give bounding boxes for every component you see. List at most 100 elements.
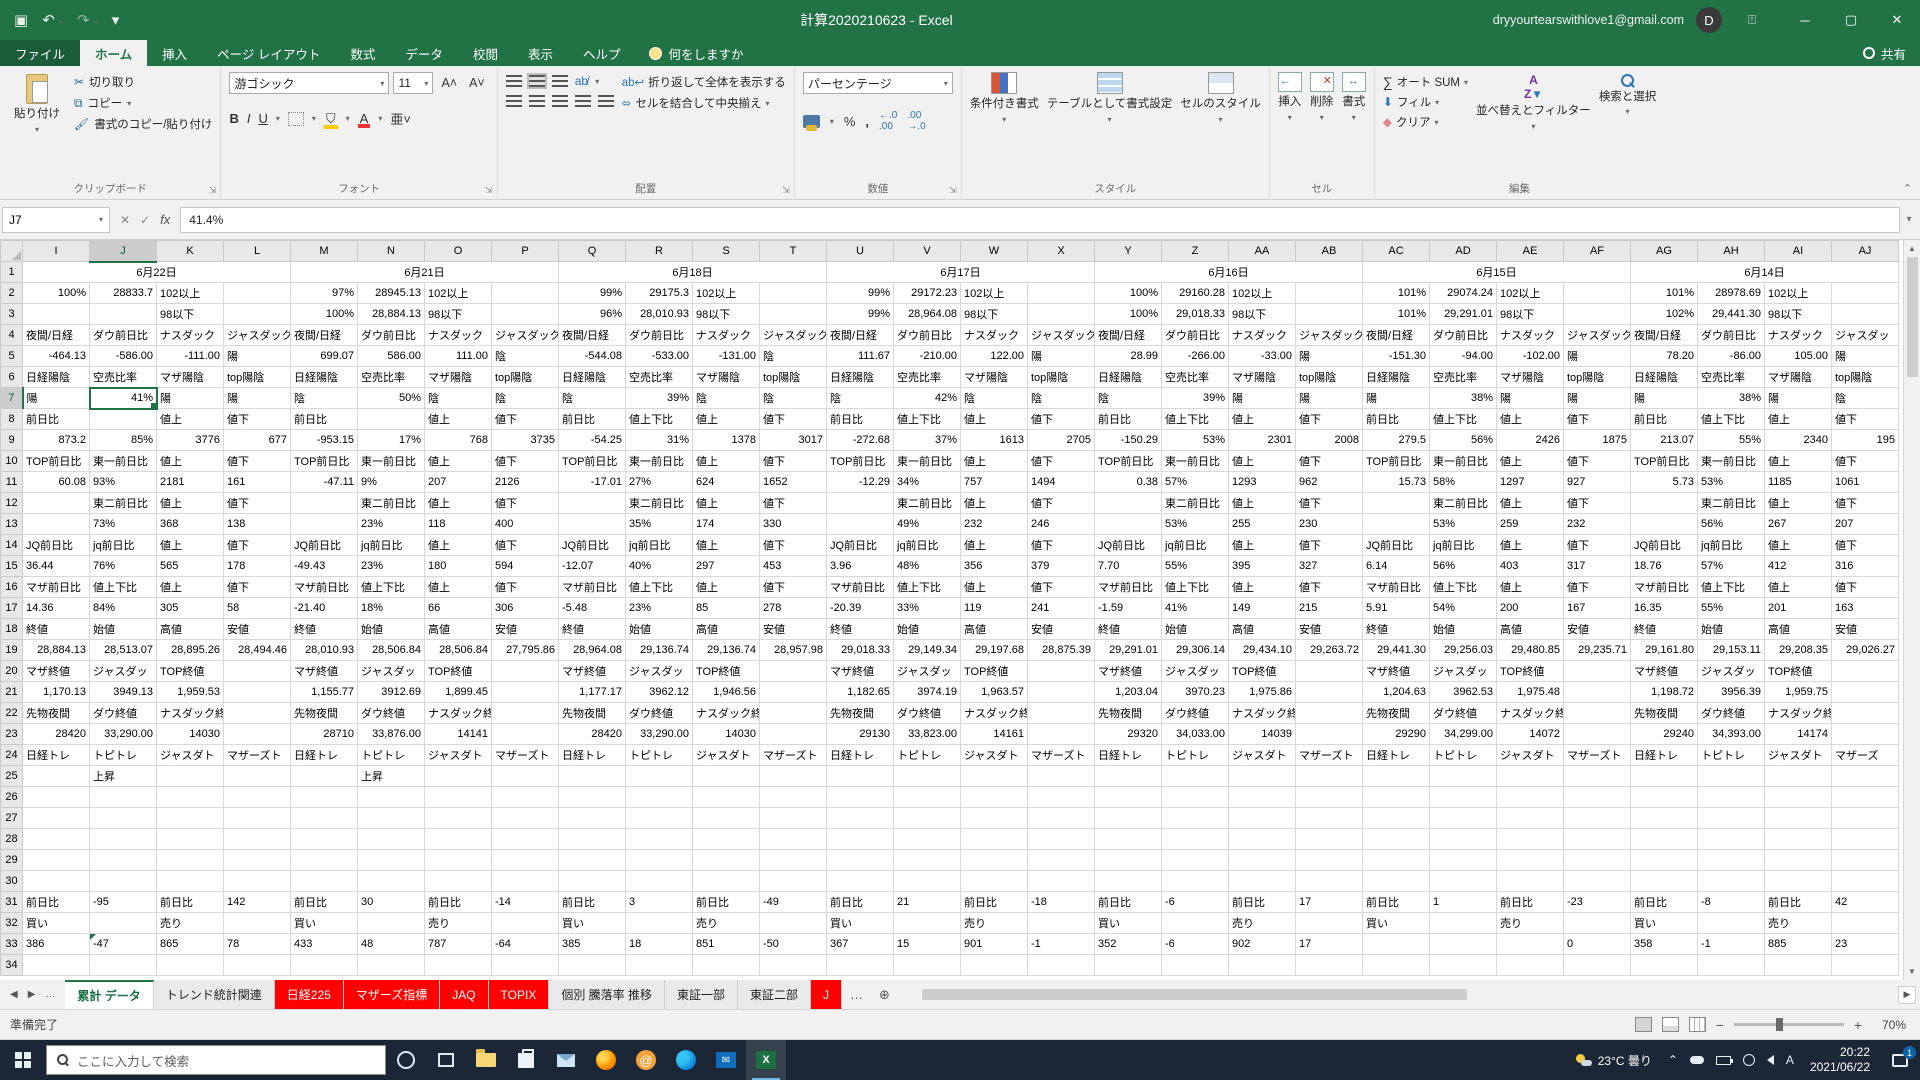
cell[interactable]: 1,155.77 [291, 682, 358, 703]
cell[interactable] [1296, 871, 1363, 892]
row-header-21[interactable]: 21 [1, 682, 23, 703]
cell[interactable]: 15.73 [1363, 472, 1430, 493]
row-header-27[interactable]: 27 [1, 808, 23, 829]
cell[interactable]: 陽 [1296, 346, 1363, 367]
cell[interactable]: 東二前日比 [894, 493, 961, 514]
cell[interactable] [626, 829, 693, 850]
cell[interactable] [1430, 955, 1497, 976]
cell[interactable]: 値下 [1564, 577, 1631, 598]
cell[interactable]: 28,010.93 [291, 640, 358, 661]
cell[interactable] [1832, 766, 1899, 787]
cell[interactable]: 55% [1698, 430, 1765, 451]
cell[interactable] [626, 787, 693, 808]
font-color-icon[interactable]: A [358, 111, 371, 126]
cell[interactable]: 29,441.30 [1363, 640, 1430, 661]
date-header-cell[interactable]: 6月14日 [1631, 262, 1899, 283]
row-header-11[interactable]: 11 [1, 472, 23, 493]
cell[interactable]: 35% [626, 514, 693, 535]
cell[interactable]: 161 [224, 472, 291, 493]
cell[interactable]: 29,256.03 [1430, 640, 1497, 661]
cell[interactable] [224, 661, 291, 682]
cell[interactable]: 値下 [1832, 409, 1899, 430]
cell[interactable]: 日経陽陰 [291, 367, 358, 388]
cell[interactable] [1296, 808, 1363, 829]
cell[interactable] [23, 787, 90, 808]
row-header-22[interactable]: 22 [1, 703, 23, 724]
cell[interactable]: マザーズ [1832, 745, 1899, 766]
cell[interactable] [760, 766, 827, 787]
cell[interactable]: 902 [1229, 934, 1296, 955]
cell[interactable]: 267 [1765, 514, 1832, 535]
cell[interactable]: ダウ終値 [1430, 703, 1497, 724]
cell[interactable] [693, 829, 760, 850]
cell[interactable]: 先物夜間 [827, 703, 894, 724]
cell[interactable] [1028, 829, 1095, 850]
cell[interactable]: ジャスダッ [1832, 325, 1899, 346]
cell[interactable]: TOP終値 [425, 661, 492, 682]
cell[interactable]: 買い [1095, 913, 1162, 934]
cell[interactable]: 118 [425, 514, 492, 535]
cell[interactable]: 33% [894, 598, 961, 619]
cell[interactable] [1095, 829, 1162, 850]
cell[interactable]: 前日比 [961, 892, 1028, 913]
cell[interactable]: 安値 [1028, 619, 1095, 640]
sheet-tab-日経225[interactable]: 日経225 [275, 980, 344, 1009]
cell[interactable]: 値上 [425, 493, 492, 514]
cell[interactable]: 終値 [1095, 619, 1162, 640]
cell[interactable]: 東二前日比 [90, 493, 157, 514]
cell[interactable]: 2705 [1028, 430, 1095, 451]
cell[interactable]: 高値 [1497, 619, 1564, 640]
cell[interactable]: 3970.23 [1162, 682, 1229, 703]
cell[interactable] [1296, 304, 1363, 325]
cell[interactable]: 29,136.74 [626, 640, 693, 661]
cell[interactable]: 15 [894, 934, 961, 955]
cell[interactable]: 119 [961, 598, 1028, 619]
column-header-S[interactable]: S [693, 241, 760, 262]
cell[interactable] [1832, 724, 1899, 745]
cell[interactable]: 2426 [1497, 430, 1564, 451]
cell[interactable]: -6 [1162, 934, 1229, 955]
cell[interactable]: 買い [291, 913, 358, 934]
cell[interactable]: JQ前日比 [1095, 535, 1162, 556]
cell[interactable]: 41% [90, 388, 157, 409]
cell[interactable] [1832, 703, 1899, 724]
cell[interactable] [492, 808, 559, 829]
cell[interactable] [1832, 829, 1899, 850]
cell[interactable]: 3 [626, 892, 693, 913]
fill-color-icon[interactable]: ⛉ [324, 111, 338, 127]
cell[interactable]: 101% [1631, 283, 1698, 304]
formula-cancel-icon[interactable]: ✕ [120, 213, 130, 227]
cell[interactable] [693, 787, 760, 808]
cell[interactable]: 53% [1162, 430, 1229, 451]
cell[interactable]: 98以下 [961, 304, 1028, 325]
cell[interactable]: 56% [1430, 556, 1497, 577]
cell[interactable] [291, 955, 358, 976]
cell[interactable]: 28420 [23, 724, 90, 745]
cell[interactable]: 28.99 [1095, 346, 1162, 367]
cell[interactable] [425, 766, 492, 787]
page-break-view-icon[interactable] [1689, 1017, 1706, 1032]
cell[interactable]: 55% [1162, 556, 1229, 577]
row-header-18[interactable]: 18 [1, 619, 23, 640]
cell[interactable]: 174 [693, 514, 760, 535]
cell[interactable]: 58% [1430, 472, 1497, 493]
cell[interactable]: マザ陽陰 [961, 367, 1028, 388]
column-header-AJ[interactable]: AJ [1832, 241, 1899, 262]
cell[interactable]: 29130 [827, 724, 894, 745]
cell[interactable]: 17 [1296, 934, 1363, 955]
cell[interactable] [425, 850, 492, 871]
cell[interactable]: 値上下比 [90, 577, 157, 598]
cell[interactable]: 始値 [90, 619, 157, 640]
cell[interactable]: 6.14 [1363, 556, 1430, 577]
cell[interactable]: 先物夜間 [1631, 703, 1698, 724]
cell[interactable]: 34% [894, 472, 961, 493]
bold-button[interactable]: B [229, 111, 238, 126]
cell[interactable]: 3956.39 [1698, 682, 1765, 703]
cell[interactable]: 96% [559, 304, 626, 325]
cell[interactable]: 3962.12 [626, 682, 693, 703]
tab-review[interactable]: 校閲 [458, 40, 513, 66]
cell[interactable] [1832, 871, 1899, 892]
cell[interactable]: 値上 [1229, 493, 1296, 514]
cell[interactable]: 29,149.34 [894, 640, 961, 661]
cell[interactable]: 29074.24 [1430, 283, 1497, 304]
